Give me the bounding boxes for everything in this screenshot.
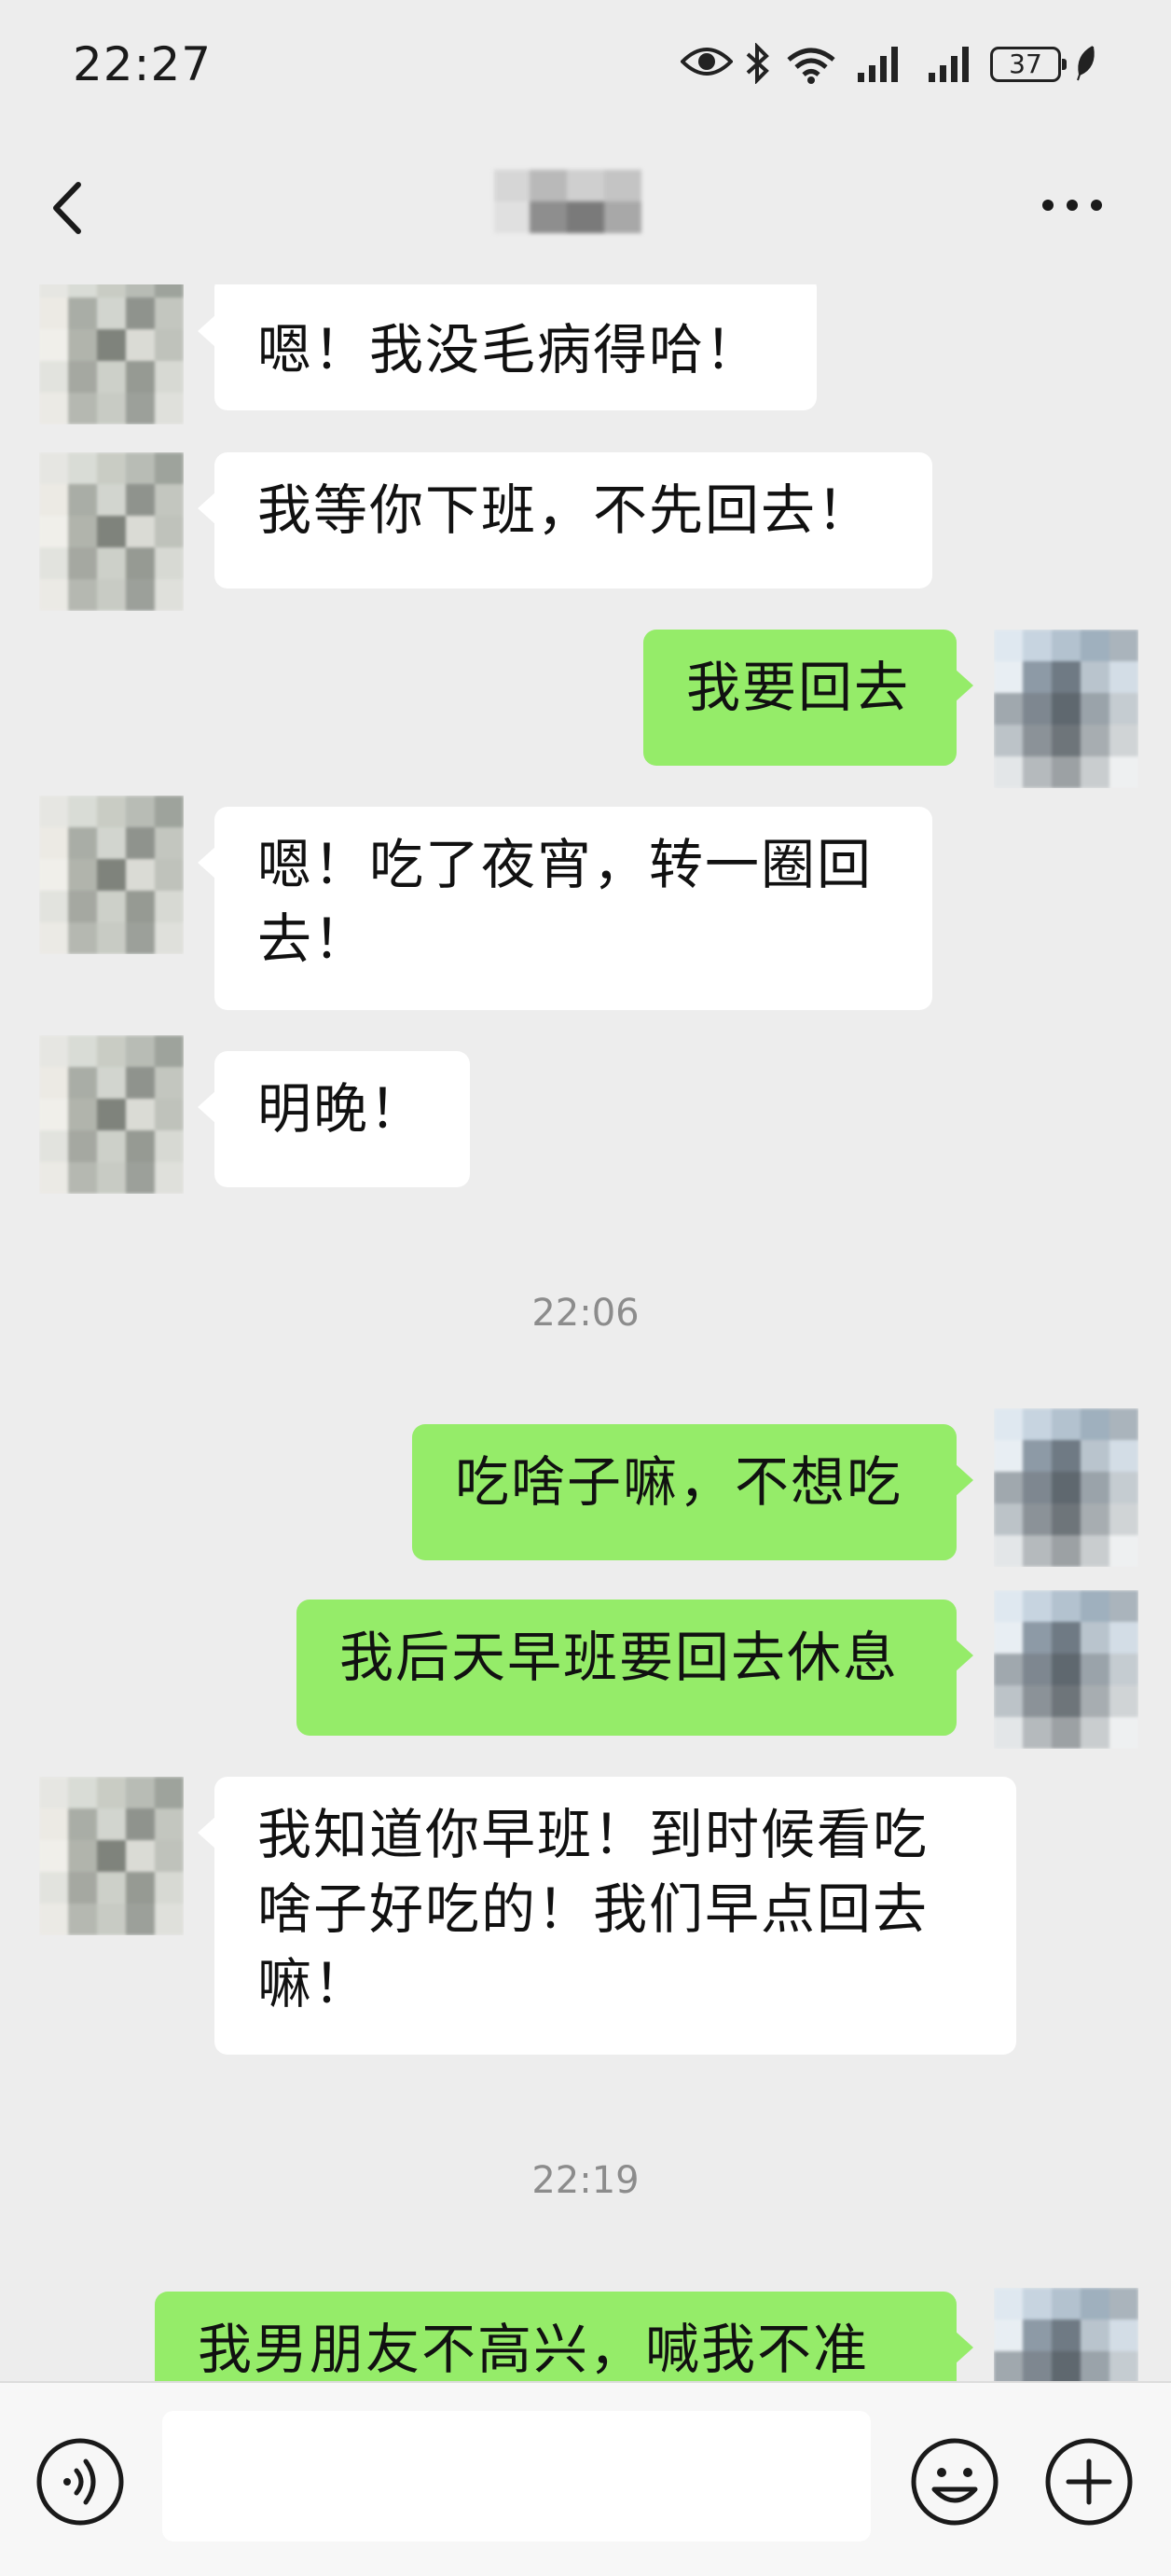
nav-bar xyxy=(0,140,1171,280)
voice-icon[interactable] xyxy=(34,2435,127,2528)
contact-avatar[interactable] xyxy=(39,1035,184,1194)
leaf-icon xyxy=(1077,46,1095,81)
message-bubble-incoming[interactable]: 嗯！我没毛病得哈！ xyxy=(198,284,817,410)
contact-avatar[interactable] xyxy=(39,796,184,954)
battery-icon: 37 xyxy=(990,47,1067,82)
emoji-icon[interactable] xyxy=(908,2435,1001,2528)
more-dots-icon[interactable] xyxy=(1035,177,1109,233)
chat-title xyxy=(475,160,662,239)
user-avatar[interactable] xyxy=(994,630,1138,788)
message-input[interactable] xyxy=(162,2411,871,2541)
user-avatar[interactable] xyxy=(994,1590,1138,1749)
plus-icon[interactable] xyxy=(1042,2435,1136,2528)
message-bubble-outgoing[interactable]: 我男朋友不高兴，喊我不准 xyxy=(155,2292,973,2381)
wifi-6-icon xyxy=(787,48,835,84)
message-bubble-outgoing[interactable]: 我要回去 xyxy=(643,630,973,766)
message-bubble-incoming[interactable]: 我等你下班，不先回去！ xyxy=(198,452,932,589)
message-bubble-outgoing[interactable]: 我后天早班要回去休息 xyxy=(296,1600,973,1736)
timestamp: 22:19 xyxy=(531,2159,640,2202)
eye-icon xyxy=(681,48,733,76)
back-button[interactable] xyxy=(37,175,103,241)
chat-message-list[interactable]: 嗯！我没毛病得哈！ 我等你下班，不先回去！ 我要回去 嗯！吃了夜宵，转一圈回 去… xyxy=(0,284,1171,2381)
user-avatar[interactable] xyxy=(994,2288,1138,2381)
input-bar xyxy=(0,2381,1171,2576)
timestamp: 22:06 xyxy=(531,1292,640,1335)
signal-icon xyxy=(858,47,898,82)
signal-icon xyxy=(929,47,969,82)
message-bubble-incoming[interactable]: 我知道你早班！到时候看吃 啥子好吃的！我们早点回去 嘛！ xyxy=(198,1777,1016,2055)
status-bar: 22:27 37 xyxy=(0,0,1171,140)
status-time: 22:27 xyxy=(73,37,213,91)
contact-avatar[interactable] xyxy=(39,284,184,424)
message-bubble-outgoing[interactable]: 吃啥子嘛，不想吃 xyxy=(412,1424,973,1560)
contact-avatar[interactable] xyxy=(39,452,184,611)
message-bubble-incoming[interactable]: 嗯！吃了夜宵，转一圈回 去！ xyxy=(198,807,932,1010)
bluetooth-icon xyxy=(746,43,769,84)
message-bubble-incoming[interactable]: 明晚！ xyxy=(198,1051,470,1187)
user-avatar[interactable] xyxy=(994,1408,1138,1567)
contact-avatar[interactable] xyxy=(39,1777,184,1935)
